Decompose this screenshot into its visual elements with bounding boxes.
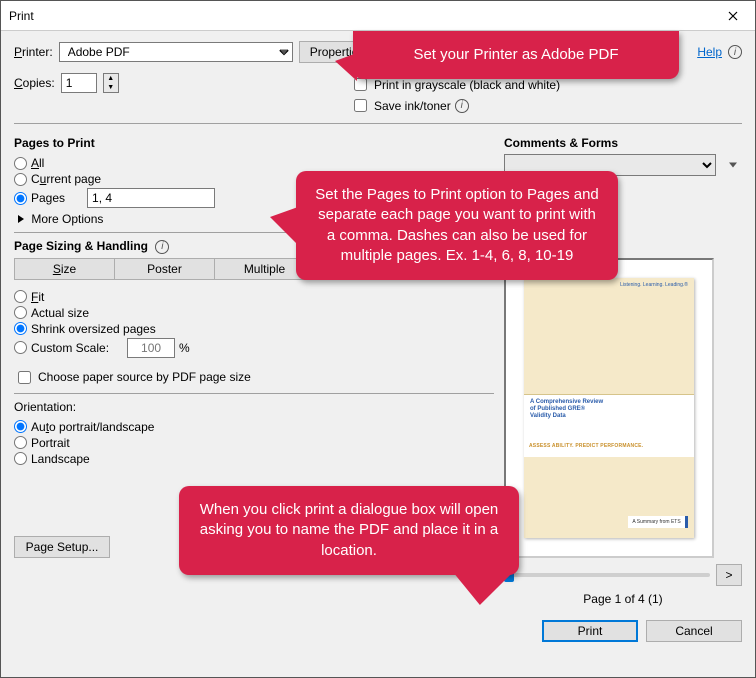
print-dialog: Print Printer: Adobe PDF Properties Adva…	[0, 0, 756, 678]
choose-paper-source-checkbox[interactable]: Choose paper source by PDF page size	[14, 368, 494, 387]
copies-down[interactable]: ▼	[104, 83, 118, 92]
close-icon	[728, 11, 738, 21]
fit-radio[interactable]: Fit	[14, 290, 494, 304]
pages-to-print-title: Pages to Print	[14, 136, 494, 150]
printer-select-wrap: Adobe PDF	[59, 42, 293, 62]
pages-all-radio[interactable]: All	[14, 156, 494, 170]
page-counter: Page 1 of 4 (1)	[504, 592, 742, 606]
titlebar: Print	[1, 1, 755, 31]
copies-up[interactable]: ▲	[104, 74, 118, 83]
save-ink-checkbox[interactable]: Save ink/toner i	[350, 96, 560, 115]
window-title: Print	[9, 9, 710, 23]
callout-set-printer: Set your Printer as Adobe PDF	[353, 31, 679, 79]
copies-input[interactable]	[61, 73, 97, 93]
custom-scale-input	[127, 338, 175, 358]
orientation-auto-radio[interactable]: Auto portrait/landscape	[14, 420, 494, 434]
close-button[interactable]	[710, 1, 755, 31]
preview-page: Listening. Learning. Leading.® A Compreh…	[524, 278, 694, 538]
preview-next-button[interactable]: >	[716, 564, 742, 586]
orientation-portrait-radio[interactable]: Portrait	[14, 436, 494, 450]
orientation-landscape-radio[interactable]: Landscape	[14, 452, 494, 466]
size-button[interactable]: Size	[14, 258, 114, 280]
help-link[interactable]: Help	[697, 45, 722, 59]
sizing-info-icon[interactable]: i	[155, 240, 169, 254]
help-info-icon[interactable]: i	[728, 45, 742, 59]
custom-scale-radio[interactable]: Custom Scale: %	[14, 338, 494, 358]
print-button[interactable]: Print	[542, 620, 638, 642]
preview-summary-box: A Summary from ETS	[628, 516, 688, 528]
preview-corner-text: Listening. Learning. Leading.®	[620, 282, 688, 288]
poster-button[interactable]: Poster	[114, 258, 214, 280]
orientation-title: Orientation:	[14, 400, 494, 414]
copies-spinner[interactable]: ▲ ▼	[103, 73, 119, 93]
actual-size-radio[interactable]: Actual size	[14, 306, 494, 320]
dialog-body: Printer: Adobe PDF Properties Advanced H…	[1, 31, 755, 677]
callout-pages-to-print: Set the Pages to Print option to Pages a…	[296, 171, 618, 280]
pages-range-input[interactable]	[87, 188, 215, 208]
comments-forms-title: Comments & Forms	[504, 136, 742, 150]
copies-label: Copies:	[14, 76, 55, 90]
triangle-right-icon	[18, 215, 24, 223]
preview-area: Listening. Learning. Leading.® A Compreh…	[504, 258, 714, 558]
preview-slider[interactable]	[504, 573, 710, 577]
page-setup-button[interactable]: Page Setup...	[14, 536, 110, 558]
cancel-button[interactable]: Cancel	[646, 620, 742, 642]
printer-select[interactable]: Adobe PDF	[59, 42, 293, 62]
saveink-info-icon[interactable]: i	[455, 99, 469, 113]
printer-label: Printer:	[14, 45, 53, 59]
shrink-radio[interactable]: Shrink oversized pages	[14, 322, 494, 336]
callout-print-dialogue: When you click print a dialogue box will…	[179, 486, 519, 575]
